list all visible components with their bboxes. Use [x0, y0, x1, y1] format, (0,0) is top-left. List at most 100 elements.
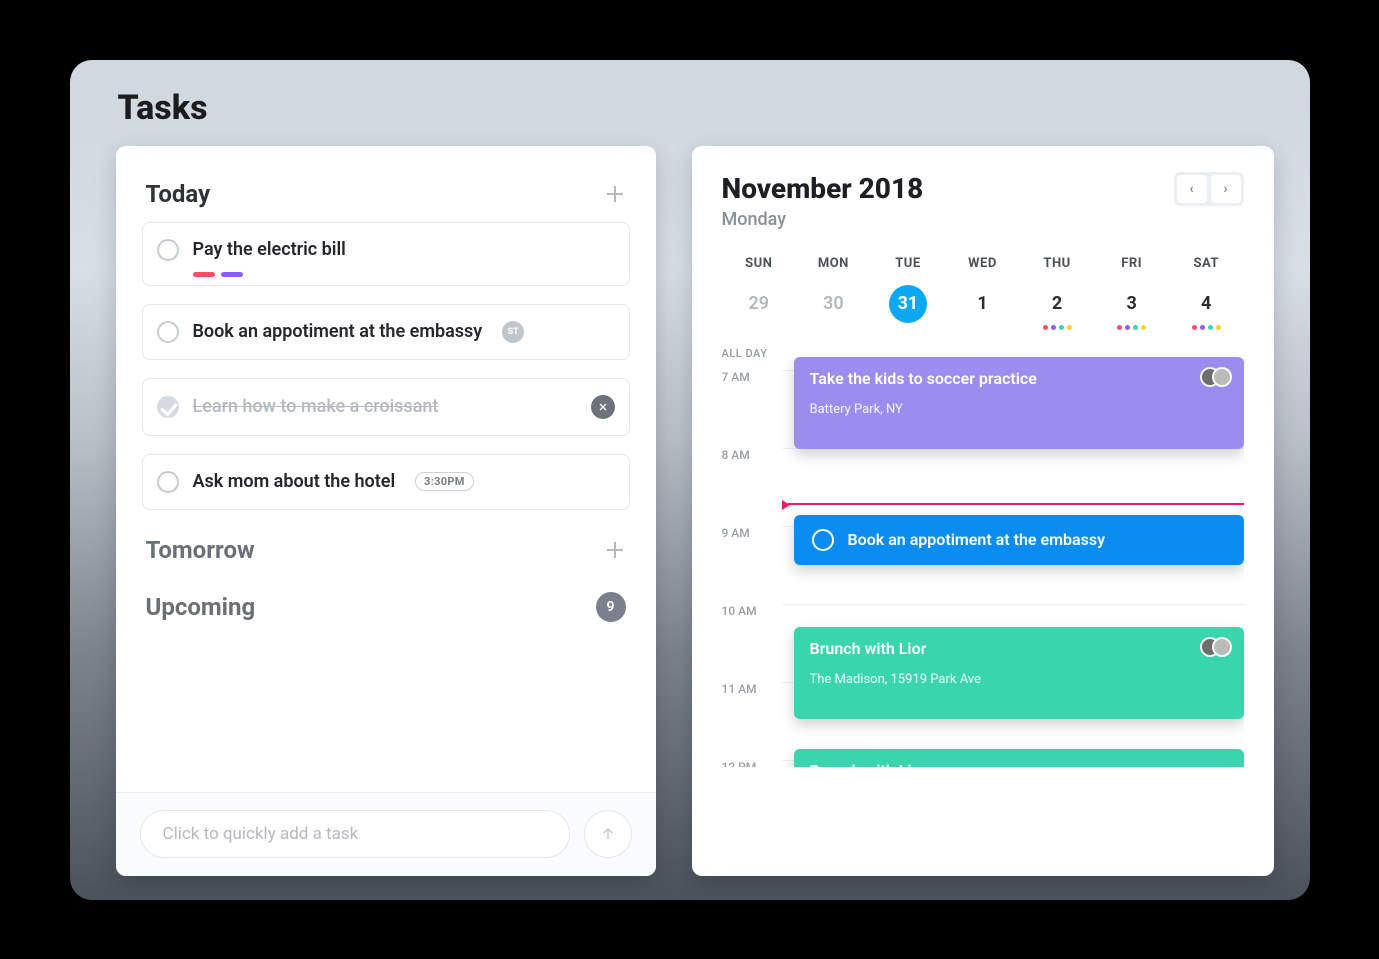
date-number: 30 [814, 285, 852, 323]
date-dots [871, 325, 946, 331]
calendar-month-label: November 2018 [722, 172, 924, 205]
task-card[interactable]: Book an appotiment at the embassyST [142, 304, 630, 360]
calendar-nav: ‹ › [1174, 172, 1244, 206]
plus-icon[interactable] [604, 539, 626, 561]
section-upcoming-title: Upcoming [146, 593, 256, 621]
send-button[interactable] [584, 810, 632, 858]
events-layer: Take the kids to soccer practice Battery … [794, 357, 1244, 767]
upcoming-count-badge: 9 [596, 592, 626, 622]
weekday-label: FRI [1094, 256, 1169, 271]
task-tags [193, 272, 243, 277]
calendar-dow-label: Monday [722, 209, 924, 230]
section-tomorrow-title: Tomorrow [146, 536, 255, 564]
date-dots [722, 325, 797, 331]
now-line [788, 503, 1244, 505]
task-card[interactable]: Ask mom about the hotel 3:30PM [142, 454, 630, 510]
calendar-panel: November 2018 Monday ‹ › SUNMONTUEWEDTHU… [692, 146, 1274, 876]
section-tomorrow: Tomorrow [142, 528, 630, 578]
plus-icon[interactable] [604, 183, 626, 205]
task-text: Pay the electric bill [193, 239, 346, 260]
event-dot [1141, 325, 1146, 330]
task-card[interactable]: Learn how to make a croissant [142, 378, 630, 436]
calendar-header: November 2018 Monday ‹ › [722, 172, 1244, 230]
date-dots [945, 325, 1020, 331]
prev-button[interactable]: ‹ [1177, 175, 1207, 203]
chevron-left-icon: ‹ [1189, 181, 1193, 197]
calendar-event[interactable]: Book an appotiment at the embassy [794, 515, 1244, 565]
next-button[interactable]: › [1211, 175, 1241, 203]
event-dot [1208, 325, 1213, 330]
tasks-list: Pay the electric bill Book an appotiment … [142, 222, 630, 510]
event-title: Brunch with Lior [810, 639, 1228, 658]
date-cell[interactable]: 1 [945, 285, 1020, 341]
date-dots [1094, 325, 1169, 331]
date-number: 4 [1187, 285, 1225, 323]
app-window: Tasks Today Pay the electric billBook an… [70, 60, 1310, 900]
section-today-title: Today [146, 180, 211, 208]
date-number: 29 [740, 285, 778, 323]
delete-button[interactable] [591, 395, 615, 419]
tag-dot [193, 272, 215, 277]
event-title: Book an appotiment at the embassy [848, 530, 1106, 549]
task-text: Learn how to make a croissant [193, 396, 439, 417]
tasks-scroll: Today Pay the electric bill Book an appot… [116, 146, 656, 876]
week-header: SUNMONTUEWEDTHUFRISAT [722, 256, 1244, 271]
event-title: Take the kids to soccer practice [810, 369, 1228, 388]
avatar [1212, 637, 1232, 657]
weekday-label: MON [796, 256, 871, 271]
event-location: Battery Park, NY [810, 402, 1228, 417]
weekday-label: THU [1020, 256, 1095, 271]
quick-add-input[interactable]: Click to quickly add a task [140, 810, 570, 858]
date-cell[interactable]: 2 [1020, 285, 1095, 341]
event-dot [1043, 325, 1048, 330]
section-upcoming: Upcoming 9 [142, 584, 630, 636]
close-icon [597, 401, 609, 413]
event-title: Brunch with Lior [810, 761, 1228, 767]
task-checkbox[interactable] [157, 396, 179, 418]
date-dots [796, 325, 871, 331]
hour-label: 11 AM [722, 682, 782, 696]
event-dot [1117, 325, 1122, 330]
weekday-label: WED [945, 256, 1020, 271]
event-avatars [1200, 637, 1232, 657]
timeline: ALL DAY 7 AM8 AM9 AM10 AM11 AM12 PM Take… [722, 347, 1244, 767]
arrow-up-icon [599, 825, 617, 843]
date-number: 31 [889, 285, 927, 323]
event-dot [1051, 325, 1056, 330]
task-time-pill: 3:30PM [415, 472, 474, 491]
event-dot [1216, 325, 1221, 330]
date-number: 2 [1038, 285, 1076, 323]
hour-label: 12 PM [722, 760, 782, 767]
task-card[interactable]: Pay the electric bill [142, 222, 630, 286]
date-cell[interactable]: 30 [796, 285, 871, 341]
calendar-event[interactable]: Brunch with Lior [794, 749, 1244, 767]
columns: Today Pay the electric bill Book an appot… [116, 146, 1274, 896]
event-dot [1192, 325, 1197, 330]
event-dot [1059, 325, 1064, 330]
task-checkbox[interactable] [157, 471, 179, 493]
event-dot [1200, 325, 1205, 330]
tag-dot [221, 272, 243, 277]
calendar-event[interactable]: Take the kids to soccer practice Battery … [794, 357, 1244, 449]
task-checkbox[interactable] [157, 321, 179, 343]
weekday-label: TUE [871, 256, 946, 271]
date-cell[interactable]: 29 [722, 285, 797, 341]
weekday-label: SAT [1169, 256, 1244, 271]
task-text: Book an appotiment at the embassy [193, 321, 483, 342]
event-location: The Madison, 15919 Park Ave [810, 672, 1228, 687]
date-number: 3 [1113, 285, 1151, 323]
date-number: 1 [963, 285, 1001, 323]
calendar-event[interactable]: Brunch with Lior The Madison, 15919 Park … [794, 627, 1244, 719]
date-cell[interactable]: 31 [871, 285, 946, 341]
hour-label: 8 AM [722, 448, 782, 462]
date-cell[interactable]: 3 [1094, 285, 1169, 341]
hour-label: 10 AM [722, 604, 782, 618]
task-checkbox[interactable] [157, 239, 179, 261]
quick-add-bar: Click to quickly add a task [116, 792, 656, 876]
task-text: Ask mom about the hotel [193, 471, 396, 492]
event-avatars [1200, 367, 1232, 387]
quick-add-placeholder: Click to quickly add a task [163, 824, 359, 844]
hour-label: 9 AM [722, 526, 782, 540]
date-cell[interactable]: 4 [1169, 285, 1244, 341]
event-dot [1133, 325, 1138, 330]
